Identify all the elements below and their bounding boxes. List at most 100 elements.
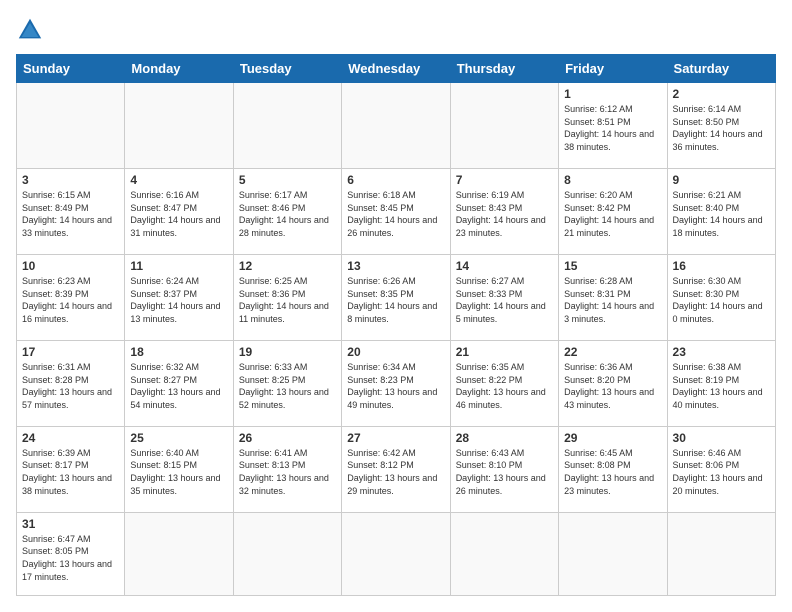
calendar-header-thursday: Thursday bbox=[450, 55, 558, 83]
calendar-week-1: 3Sunrise: 6:15 AM Sunset: 8:49 PM Daylig… bbox=[17, 168, 776, 254]
calendar-cell: 14Sunrise: 6:27 AM Sunset: 8:33 PM Dayli… bbox=[450, 254, 558, 340]
day-info: Sunrise: 6:12 AM Sunset: 8:51 PM Dayligh… bbox=[564, 104, 654, 152]
day-info: Sunrise: 6:26 AM Sunset: 8:35 PM Dayligh… bbox=[347, 276, 437, 324]
calendar-week-3: 17 Sunrise: 6:31 AM Sunset: 8:28 PM Dayli… bbox=[17, 340, 776, 426]
calendar-cell bbox=[125, 512, 233, 595]
day-info: Sunrise: 6:40 AM Sunset: 8:15 PM Dayligh… bbox=[130, 448, 220, 496]
calendar-cell: 23 Sunrise: 6:38 AM Sunset: 8:19 PM Dayli… bbox=[667, 340, 775, 426]
day-info: Sunrise: 6:35 AM Sunset: 8:22 PM Dayligh… bbox=[456, 362, 546, 410]
day-info: Sunrise: 6:47 AM Sunset: 8:05 PM Dayligh… bbox=[22, 534, 112, 582]
calendar-cell bbox=[342, 83, 450, 169]
day-number: 24 bbox=[22, 431, 119, 445]
calendar-cell: 4 Sunrise: 6:16 AM Sunset: 8:47 PM Daylig… bbox=[125, 168, 233, 254]
calendar-cell: 1 Sunrise: 6:12 AM Sunset: 8:51 PM Daylig… bbox=[559, 83, 667, 169]
calendar-week-0: 1 Sunrise: 6:12 AM Sunset: 8:51 PM Daylig… bbox=[17, 83, 776, 169]
calendar-cell: 29 Sunrise: 6:45 AM Sunset: 8:08 PM Dayli… bbox=[559, 426, 667, 512]
day-info: Sunrise: 6:38 AM Sunset: 8:19 PM Dayligh… bbox=[673, 362, 763, 410]
calendar-cell bbox=[17, 83, 125, 169]
day-number: 20 bbox=[347, 345, 444, 359]
day-number: 12 bbox=[239, 259, 336, 273]
calendar-cell: 5Sunrise: 6:17 AM Sunset: 8:46 PM Daylig… bbox=[233, 168, 341, 254]
day-info: Sunrise: 6:45 AM Sunset: 8:08 PM Dayligh… bbox=[564, 448, 654, 496]
day-number: 25 bbox=[130, 431, 227, 445]
calendar-cell: 20 Sunrise: 6:34 AM Sunset: 8:23 PM Dayli… bbox=[342, 340, 450, 426]
day-number: 13 bbox=[347, 259, 444, 273]
calendar: SundayMondayTuesdayWednesdayThursdayFrid… bbox=[16, 54, 776, 596]
calendar-cell: 31 Sunrise: 6:47 AM Sunset: 8:05 PM Dayli… bbox=[17, 512, 125, 595]
day-info: Sunrise: 6:16 AM Sunset: 8:47 PM Dayligh… bbox=[130, 190, 220, 238]
day-number: 18 bbox=[130, 345, 227, 359]
calendar-cell bbox=[667, 512, 775, 595]
calendar-week-2: 10 Sunrise: 6:23 AM Sunset: 8:39 PM Dayli… bbox=[17, 254, 776, 340]
day-info: Sunrise: 6:19 AM Sunset: 8:43 PM Dayligh… bbox=[456, 190, 546, 238]
calendar-week-4: 24 Sunrise: 6:39 AM Sunset: 8:17 PM Dayli… bbox=[17, 426, 776, 512]
day-number: 19 bbox=[239, 345, 336, 359]
calendar-cell: 9 Sunrise: 6:21 AM Sunset: 8:40 PM Daylig… bbox=[667, 168, 775, 254]
page: SundayMondayTuesdayWednesdayThursdayFrid… bbox=[0, 0, 792, 612]
calendar-cell: 15 Sunrise: 6:28 AM Sunset: 8:31 PM Dayli… bbox=[559, 254, 667, 340]
calendar-cell: 16 Sunrise: 6:30 AM Sunset: 8:30 PM Dayli… bbox=[667, 254, 775, 340]
calendar-cell: 13 Sunrise: 6:26 AM Sunset: 8:35 PM Dayli… bbox=[342, 254, 450, 340]
day-info: Sunrise: 6:39 AM Sunset: 8:17 PM Dayligh… bbox=[22, 448, 112, 496]
day-number: 23 bbox=[673, 345, 770, 359]
calendar-cell bbox=[233, 512, 341, 595]
day-number: 9 bbox=[673, 173, 770, 187]
day-info: Sunrise: 6:43 AM Sunset: 8:10 PM Dayligh… bbox=[456, 448, 546, 496]
day-number: 27 bbox=[347, 431, 444, 445]
calendar-cell bbox=[125, 83, 233, 169]
day-info: Sunrise: 6:31 AM Sunset: 8:28 PM Dayligh… bbox=[22, 362, 112, 410]
calendar-cell: 2 Sunrise: 6:14 AM Sunset: 8:50 PM Daylig… bbox=[667, 83, 775, 169]
calendar-cell: 19 Sunrise: 6:33 AM Sunset: 8:25 PM Dayli… bbox=[233, 340, 341, 426]
day-number: 17 bbox=[22, 345, 119, 359]
calendar-week-5: 31 Sunrise: 6:47 AM Sunset: 8:05 PM Dayli… bbox=[17, 512, 776, 595]
calendar-cell: 26Sunrise: 6:41 AM Sunset: 8:13 PM Dayli… bbox=[233, 426, 341, 512]
day-number: 15 bbox=[564, 259, 661, 273]
day-number: 29 bbox=[564, 431, 661, 445]
calendar-cell: 27Sunrise: 6:42 AM Sunset: 8:12 PM Dayli… bbox=[342, 426, 450, 512]
day-info: Sunrise: 6:14 AM Sunset: 8:50 PM Dayligh… bbox=[673, 104, 763, 152]
calendar-cell: 17 Sunrise: 6:31 AM Sunset: 8:28 PM Dayli… bbox=[17, 340, 125, 426]
calendar-header-sunday: Sunday bbox=[17, 55, 125, 83]
calendar-cell: 11Sunrise: 6:24 AM Sunset: 8:37 PM Dayli… bbox=[125, 254, 233, 340]
header bbox=[16, 16, 776, 44]
calendar-cell: 12Sunrise: 6:25 AM Sunset: 8:36 PM Dayli… bbox=[233, 254, 341, 340]
day-number: 16 bbox=[673, 259, 770, 273]
calendar-cell: 21 Sunrise: 6:35 AM Sunset: 8:22 PM Dayli… bbox=[450, 340, 558, 426]
day-number: 1 bbox=[564, 87, 661, 101]
day-info: Sunrise: 6:23 AM Sunset: 8:39 PM Dayligh… bbox=[22, 276, 112, 324]
day-info: Sunrise: 6:33 AM Sunset: 8:25 PM Dayligh… bbox=[239, 362, 329, 410]
calendar-header-friday: Friday bbox=[559, 55, 667, 83]
calendar-header-row: SundayMondayTuesdayWednesdayThursdayFrid… bbox=[17, 55, 776, 83]
day-info: Sunrise: 6:41 AM Sunset: 8:13 PM Dayligh… bbox=[239, 448, 329, 496]
calendar-cell bbox=[233, 83, 341, 169]
calendar-cell bbox=[450, 512, 558, 595]
calendar-cell: 24 Sunrise: 6:39 AM Sunset: 8:17 PM Dayli… bbox=[17, 426, 125, 512]
day-number: 28 bbox=[456, 431, 553, 445]
calendar-cell: 25 Sunrise: 6:40 AM Sunset: 8:15 PM Dayli… bbox=[125, 426, 233, 512]
day-info: Sunrise: 6:28 AM Sunset: 8:31 PM Dayligh… bbox=[564, 276, 654, 324]
day-number: 31 bbox=[22, 517, 119, 531]
day-info: Sunrise: 6:20 AM Sunset: 8:42 PM Dayligh… bbox=[564, 190, 654, 238]
day-info: Sunrise: 6:18 AM Sunset: 8:45 PM Dayligh… bbox=[347, 190, 437, 238]
calendar-cell bbox=[450, 83, 558, 169]
day-number: 10 bbox=[22, 259, 119, 273]
calendar-cell bbox=[342, 512, 450, 595]
calendar-cell: 10 Sunrise: 6:23 AM Sunset: 8:39 PM Dayli… bbox=[17, 254, 125, 340]
day-number: 30 bbox=[673, 431, 770, 445]
day-number: 11 bbox=[130, 259, 227, 273]
calendar-cell: 8Sunrise: 6:20 AM Sunset: 8:42 PM Daylig… bbox=[559, 168, 667, 254]
day-number: 21 bbox=[456, 345, 553, 359]
day-info: Sunrise: 6:17 AM Sunset: 8:46 PM Dayligh… bbox=[239, 190, 329, 238]
calendar-header-wednesday: Wednesday bbox=[342, 55, 450, 83]
day-info: Sunrise: 6:27 AM Sunset: 8:33 PM Dayligh… bbox=[456, 276, 546, 324]
day-number: 4 bbox=[130, 173, 227, 187]
day-info: Sunrise: 6:30 AM Sunset: 8:30 PM Dayligh… bbox=[673, 276, 763, 324]
calendar-header-monday: Monday bbox=[125, 55, 233, 83]
day-info: Sunrise: 6:21 AM Sunset: 8:40 PM Dayligh… bbox=[673, 190, 763, 238]
day-info: Sunrise: 6:15 AM Sunset: 8:49 PM Dayligh… bbox=[22, 190, 112, 238]
calendar-cell: 7Sunrise: 6:19 AM Sunset: 8:43 PM Daylig… bbox=[450, 168, 558, 254]
generalblue-icon bbox=[16, 16, 44, 44]
day-info: Sunrise: 6:32 AM Sunset: 8:27 PM Dayligh… bbox=[130, 362, 220, 410]
day-info: Sunrise: 6:34 AM Sunset: 8:23 PM Dayligh… bbox=[347, 362, 437, 410]
day-number: 2 bbox=[673, 87, 770, 101]
